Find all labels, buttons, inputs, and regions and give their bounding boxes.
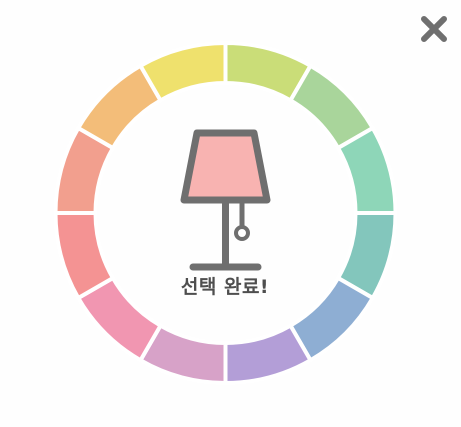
color-picker-dialog: 선택 완료! <box>0 0 461 427</box>
color-swatch-mint[interactable] <box>335 125 398 215</box>
color-swatch-yellow[interactable] <box>137 40 228 104</box>
lamp-icon <box>180 129 271 271</box>
selection-done-label[interactable]: 선택 완료! <box>160 272 290 299</box>
color-swatch-salmon[interactable] <box>53 211 116 301</box>
color-swatch-lavender[interactable] <box>223 322 314 386</box>
color-wheel <box>53 40 398 386</box>
